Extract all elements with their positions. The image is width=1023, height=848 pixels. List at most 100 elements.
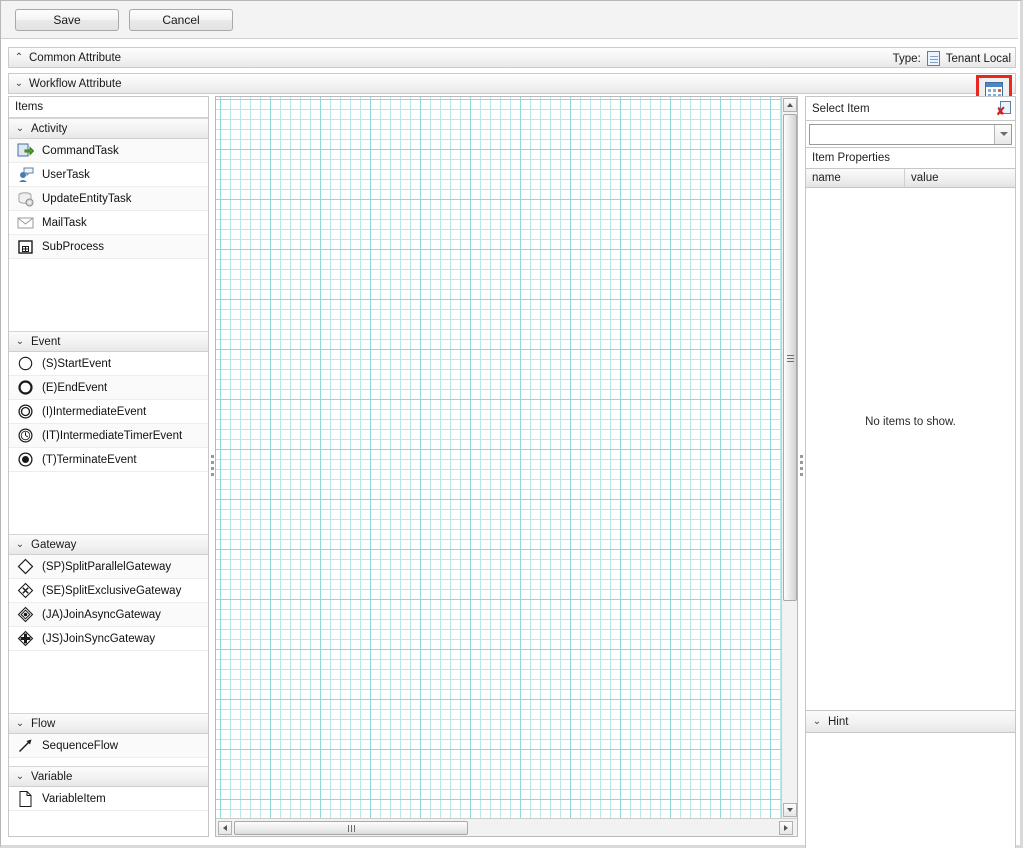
- right-splitter-handle[interactable]: [799, 453, 804, 481]
- start-event-icon: [17, 355, 34, 372]
- item-row[interactable]: (SE)SplitExclusiveGateway: [9, 579, 208, 603]
- chevron-down-icon: ⌄: [15, 770, 25, 782]
- item-row[interactable]: (JS)JoinSyncGateway: [9, 627, 208, 651]
- variable-item-icon: [17, 790, 34, 807]
- items-group-header-gateway[interactable]: ⌄ Gateway: [9, 534, 208, 555]
- chevron-down-icon[interactable]: [994, 124, 1011, 144]
- item-label: (I)IntermediateEvent: [42, 405, 147, 418]
- items-group-header-variable[interactable]: ⌄ Variable: [9, 766, 208, 787]
- item-row[interactable]: (I)IntermediateEvent: [9, 400, 208, 424]
- canvas-vertical-scrollbar[interactable]: [781, 97, 797, 818]
- scroll-down-arrow-icon[interactable]: [783, 803, 797, 817]
- items-group-label: Flow: [31, 717, 56, 730]
- join-sync-gateway-icon: [17, 630, 34, 647]
- intermediate-event-icon: [17, 403, 34, 420]
- sub-process-icon: [17, 238, 34, 255]
- items-group-spacer: [9, 472, 208, 534]
- item-row[interactable]: UserTask: [9, 163, 208, 187]
- type-label: Type:: [892, 52, 921, 65]
- command-task-icon: [17, 142, 35, 159]
- canvas-horizontal-scrollbar[interactable]: [216, 818, 797, 836]
- select-item-title: Select Item: [812, 102, 870, 115]
- item-row[interactable]: SequenceFlow: [9, 734, 208, 758]
- type-value: Tenant Local: [945, 52, 1011, 65]
- item-row[interactable]: (SP)SplitParallelGateway: [9, 555, 208, 579]
- item-label: UserTask: [42, 168, 90, 181]
- items-group-label: Event: [31, 335, 61, 348]
- select-item-combobox[interactable]: [809, 123, 1012, 145]
- hint-body: [805, 733, 1016, 848]
- item-row[interactable]: (JA)JoinAsyncGateway: [9, 603, 208, 627]
- item-row[interactable]: CommandTask: [9, 139, 208, 163]
- item-row[interactable]: SubProcess: [9, 235, 208, 259]
- save-button[interactable]: Save: [15, 8, 119, 31]
- items-group-label: Gateway: [31, 538, 77, 551]
- canvas-grid-surface[interactable]: [216, 97, 783, 818]
- item-label: VariableItem: [42, 792, 106, 805]
- item-row[interactable]: VariableItem: [9, 787, 208, 811]
- hint-title: Hint: [828, 715, 849, 728]
- item-row[interactable]: UpdateEntityTask: [9, 187, 208, 211]
- item-label: UpdateEntityTask: [42, 192, 132, 205]
- sequence-flow-icon: [17, 737, 34, 754]
- chevron-down-icon: ⌄: [14, 77, 24, 89]
- item-label: SubProcess: [42, 240, 105, 253]
- items-group-label: Activity: [31, 122, 68, 135]
- workflow-attribute-section-header[interactable]: ⌄ Workflow Attribute: [8, 73, 1016, 105]
- vertical-scroll-thumb[interactable]: [783, 114, 797, 601]
- user-task-icon: [17, 166, 34, 183]
- workflow-canvas[interactable]: [215, 96, 798, 837]
- scroll-left-arrow-icon[interactable]: [218, 821, 232, 835]
- chevron-down-icon: ⌄: [15, 538, 25, 550]
- items-group-label: Variable: [31, 770, 73, 783]
- cancel-button[interactable]: Cancel: [129, 8, 233, 31]
- select-item-header: Select Item ✘: [805, 96, 1016, 121]
- chevron-up-icon: ⌃: [14, 51, 24, 63]
- item-row[interactable]: MailTask: [9, 211, 208, 235]
- item-row[interactable]: (S)StartEvent: [9, 352, 208, 376]
- items-panel-title: Items: [9, 97, 208, 118]
- item-row[interactable]: (IT)IntermediateTimerEvent: [9, 424, 208, 448]
- items-group-header-flow[interactable]: ⌄ Flow: [9, 713, 208, 734]
- scroll-right-arrow-icon[interactable]: [779, 821, 793, 835]
- scroll-up-arrow-icon[interactable]: [783, 98, 797, 112]
- common-attribute-section-header[interactable]: ⌃ Common Attribute Type: Tenant Local: [8, 47, 1016, 68]
- items-group-spacer: [9, 259, 208, 331]
- hint-section-header[interactable]: ⌄ Hint: [805, 711, 1016, 733]
- type-indicator: Type: Tenant Local: [893, 48, 1011, 69]
- items-panel: Items ⌄ Activity CommandTask UserTask Update…: [8, 96, 209, 837]
- join-async-gateway-icon: [17, 606, 34, 623]
- intermediate-timer-event-icon: [17, 427, 34, 444]
- common-attribute-label: Common Attribute: [29, 51, 122, 64]
- chevron-down-icon: ⌄: [15, 122, 25, 134]
- item-row[interactable]: (T)TerminateEvent: [9, 448, 208, 472]
- end-event-icon: [17, 379, 34, 396]
- update-entity-task-icon: [17, 190, 34, 207]
- toolbar: Save Cancel: [1, 1, 1018, 39]
- item-label: (JA)JoinAsyncGateway: [42, 608, 161, 621]
- empty-state-message: No items to show.: [865, 416, 956, 428]
- delete-item-icon[interactable]: ✘: [996, 100, 1011, 117]
- item-properties-table: name value No items to show.: [805, 169, 1016, 711]
- chevron-down-icon: ⌄: [15, 717, 25, 729]
- item-label: (E)EndEvent: [42, 381, 108, 394]
- item-row[interactable]: (E)EndEvent: [9, 376, 208, 400]
- items-group-header-activity[interactable]: ⌄ Activity: [9, 118, 208, 139]
- properties-panel: Select Item ✘ Item Properties name value…: [805, 96, 1016, 848]
- chevron-down-icon: ⌄: [812, 715, 822, 727]
- mail-task-icon: [17, 214, 34, 231]
- select-item-input[interactable]: [810, 125, 994, 143]
- column-header-name[interactable]: name: [806, 169, 905, 187]
- horizontal-scroll-thumb[interactable]: [234, 821, 468, 835]
- chevron-down-icon: ⌄: [15, 335, 25, 347]
- column-header-value[interactable]: value: [905, 169, 1015, 187]
- item-label: (SP)SplitParallelGateway: [42, 560, 172, 573]
- items-group-header-event[interactable]: ⌄ Event: [9, 331, 208, 352]
- item-label: (SE)SplitExclusiveGateway: [42, 584, 182, 597]
- item-label: (T)TerminateEvent: [42, 453, 137, 466]
- item-label: CommandTask: [42, 144, 119, 157]
- items-group-list: ⌄ Activity CommandTask UserTask UpdateEntity…: [9, 118, 208, 819]
- select-item-combo-row: [805, 121, 1016, 148]
- item-label: (IT)IntermediateTimerEvent: [42, 429, 183, 442]
- split-parallel-gateway-icon: [17, 558, 34, 575]
